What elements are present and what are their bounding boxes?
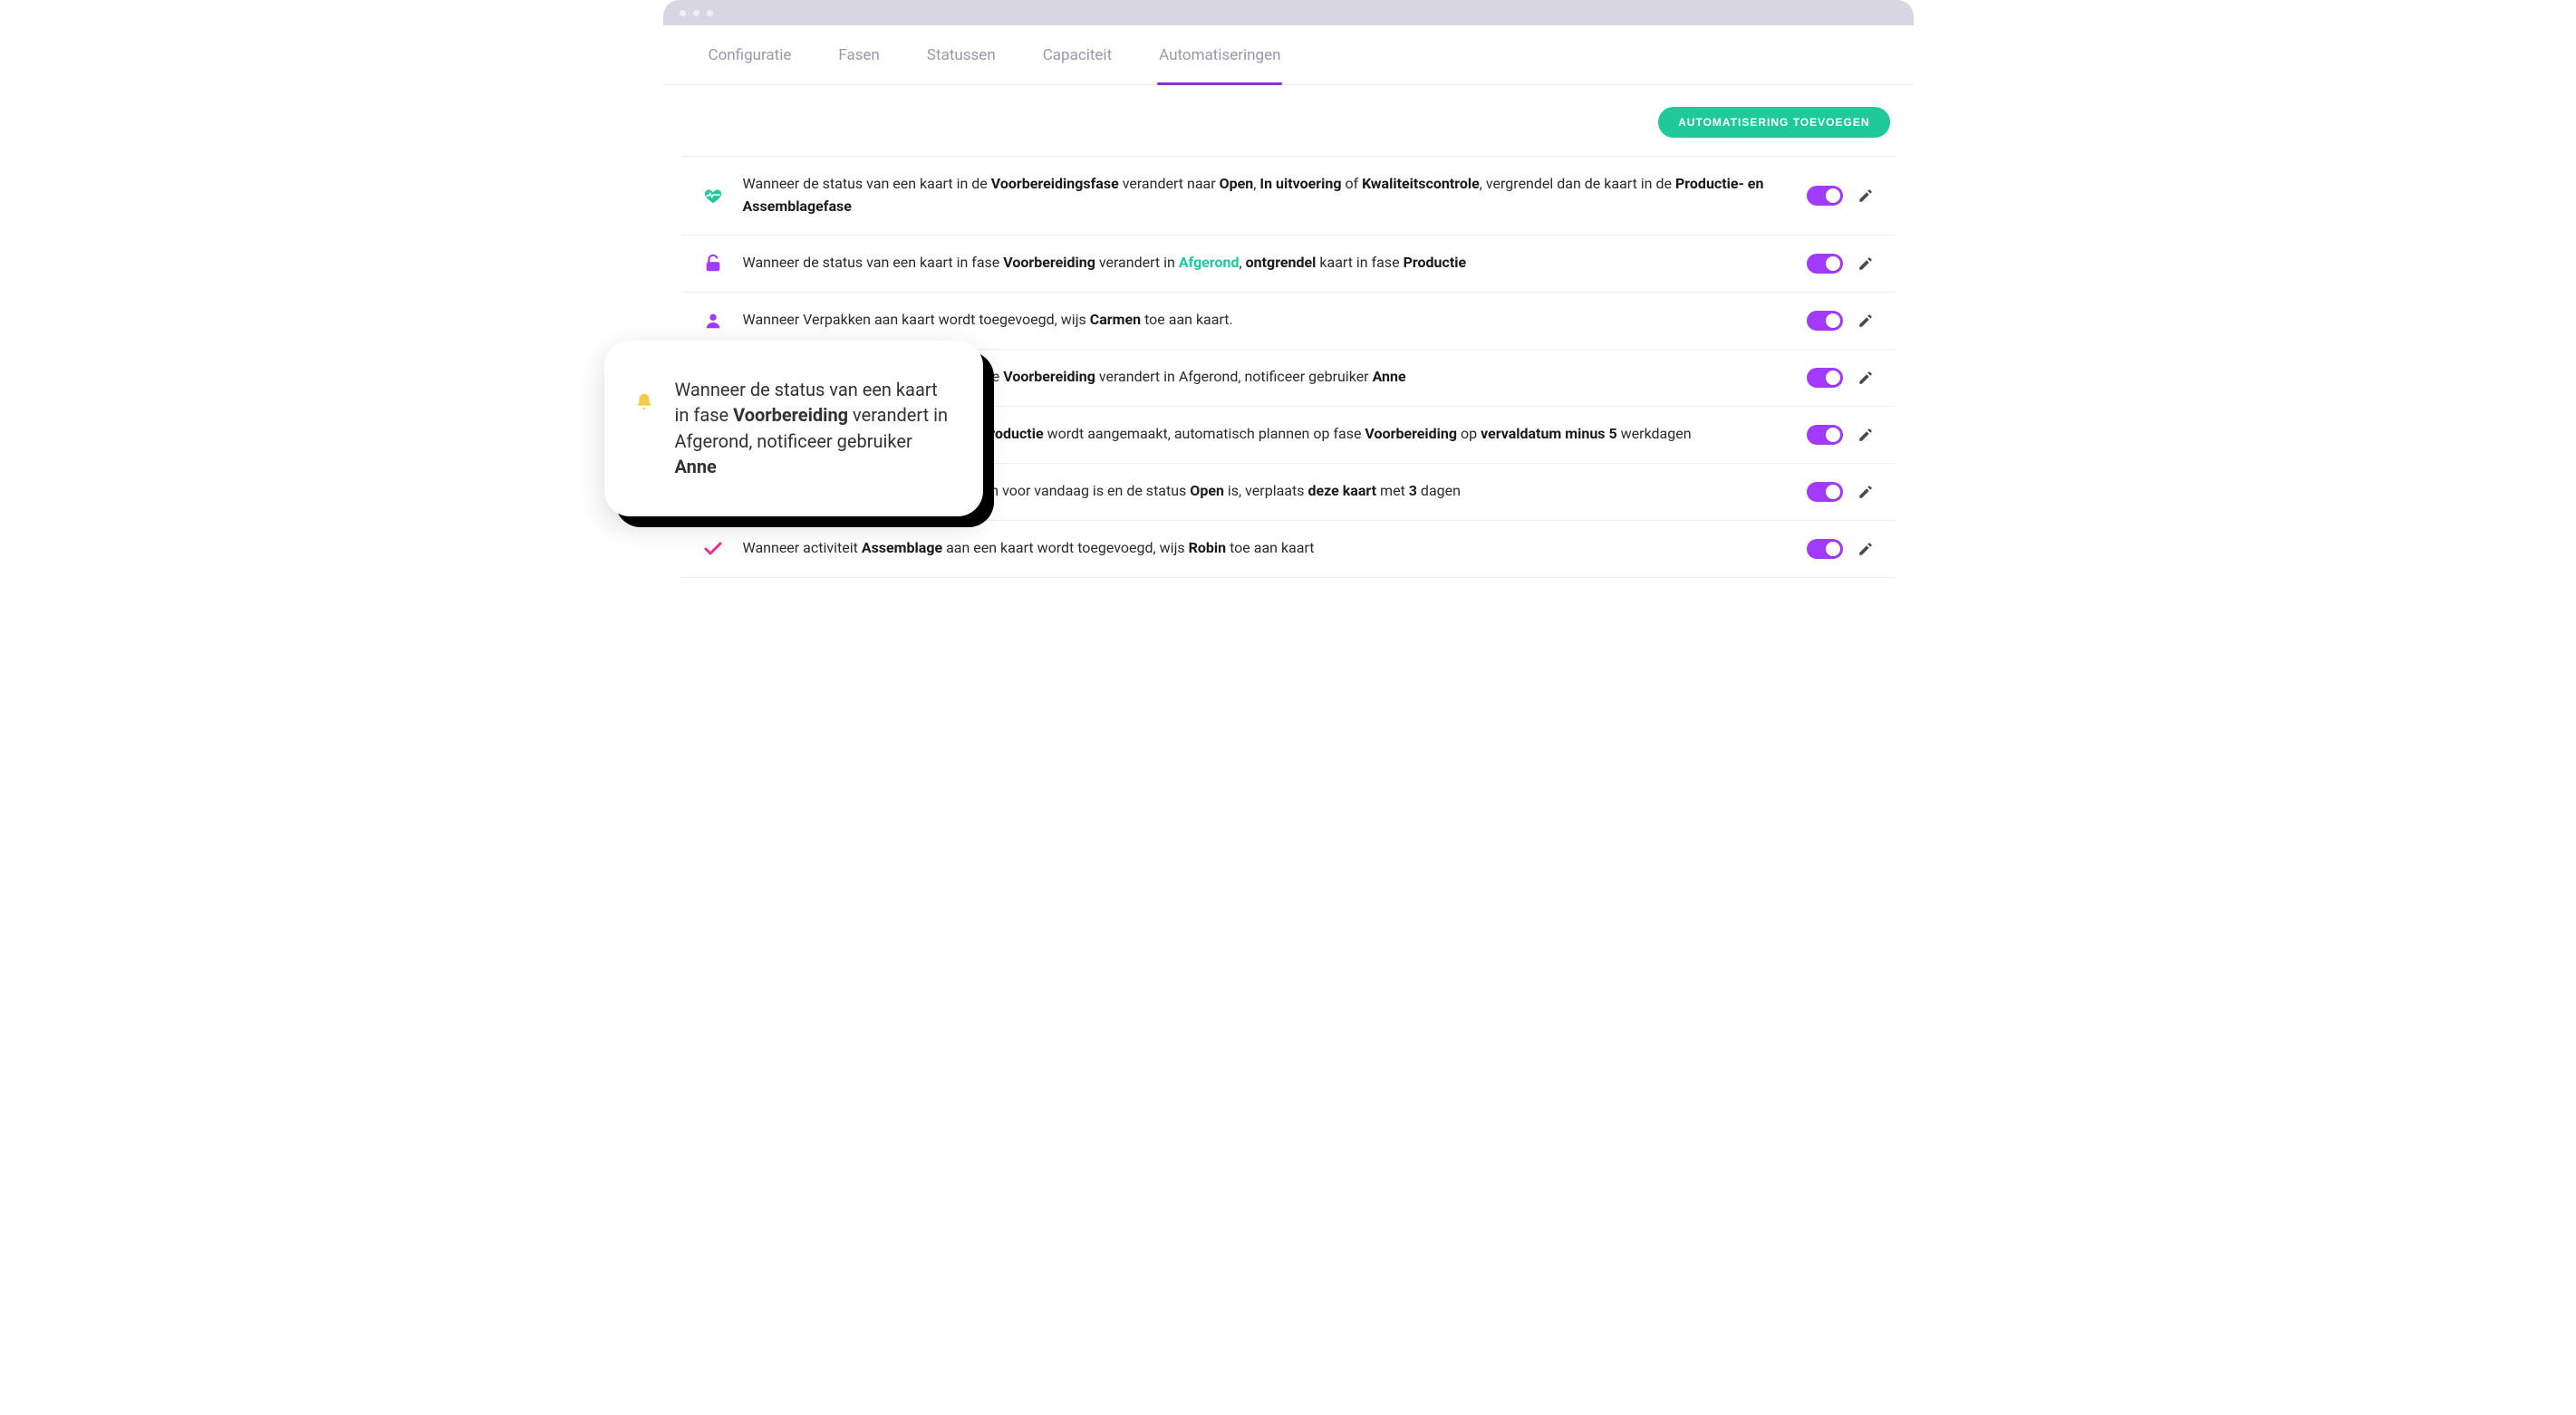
tab-label: Fasen: [838, 46, 880, 64]
tab-automatiseringen[interactable]: Automatiseringen: [1157, 25, 1282, 84]
user-icon: [701, 309, 725, 332]
rule-actions: [1807, 482, 1876, 502]
rule-description: Wanneer activiteit Assemblage aan een ka…: [743, 537, 1789, 560]
edit-rule-button[interactable]: [1856, 254, 1876, 274]
rule-actions: [1807, 254, 1876, 274]
tab-label: Configuratie: [709, 46, 792, 64]
rule-enabled-toggle[interactable]: [1807, 482, 1843, 502]
tabs-bar: Configuratie Fasen Statussen Capaciteit Auto…: [663, 25, 1914, 85]
rule-enabled-toggle[interactable]: [1807, 425, 1843, 445]
notification-callout: Wanneer de status van een kaart in fase …: [604, 341, 983, 516]
rule-actions: [1807, 425, 1876, 445]
unlock-icon: [701, 252, 725, 275]
rule-actions: [1807, 186, 1876, 206]
edit-rule-button[interactable]: [1856, 539, 1876, 559]
rule-description: Wanneer de status van een kaart in de Vo…: [743, 173, 1789, 218]
window-dot: [680, 10, 686, 16]
edit-rule-button[interactable]: [1856, 311, 1876, 331]
rule-description: Wanneer Verpakken aan kaart wordt toegev…: [743, 309, 1789, 332]
tab-capaciteit[interactable]: Capaciteit: [1041, 25, 1114, 84]
tab-label: Capaciteit: [1043, 46, 1112, 64]
edit-rule-button[interactable]: [1856, 425, 1876, 445]
automation-rule: Wanneer activiteit Assemblage aan een ka…: [681, 521, 1896, 578]
window-title-bar: [663, 0, 1914, 25]
window-dot: [693, 10, 699, 16]
top-actions: AUTOMATISERING TOEVOEGEN: [681, 107, 1896, 156]
automation-rule: Wanneer de status van een kaart in fase …: [681, 236, 1896, 293]
rule-description: Wanneer de status van een kaart in fase …: [743, 252, 1789, 274]
rule-enabled-toggle[interactable]: [1807, 311, 1843, 331]
heart-pulse-icon: [701, 184, 725, 207]
rule-actions: [1807, 539, 1876, 559]
window-dot: [707, 10, 713, 16]
edit-rule-button[interactable]: [1856, 482, 1876, 502]
tab-configuratie[interactable]: Configuratie: [707, 25, 794, 84]
edit-rule-button[interactable]: [1856, 186, 1876, 206]
bell-icon: [632, 390, 657, 415]
tab-statussen[interactable]: Statussen: [925, 25, 998, 84]
edit-rule-button[interactable]: [1856, 368, 1876, 388]
rule-enabled-toggle[interactable]: [1807, 254, 1843, 274]
callout-card: Wanneer de status van een kaart in fase …: [604, 341, 983, 516]
add-automation-button[interactable]: AUTOMATISERING TOEVOEGEN: [1658, 107, 1889, 138]
tab-label: Statussen: [927, 46, 996, 64]
callout-text: Wanneer de status van een kaart in fase …: [675, 377, 950, 480]
tab-label: Automatiseringen: [1159, 46, 1280, 64]
check-icon: [701, 537, 725, 561]
rule-enabled-toggle[interactable]: [1807, 186, 1843, 206]
rule-actions: [1807, 368, 1876, 388]
rule-actions: [1807, 311, 1876, 331]
rule-enabled-toggle[interactable]: [1807, 539, 1843, 559]
automation-rule: Wanneer de status van een kaart in de Vo…: [681, 157, 1896, 236]
tab-fasen[interactable]: Fasen: [836, 25, 882, 84]
page-body: AUTOMATISERING TOEVOEGEN Wanneer de stat…: [663, 85, 1914, 603]
rule-enabled-toggle[interactable]: [1807, 368, 1843, 388]
app-window: Configuratie Fasen Statussen Capaciteit Auto…: [663, 0, 1914, 603]
